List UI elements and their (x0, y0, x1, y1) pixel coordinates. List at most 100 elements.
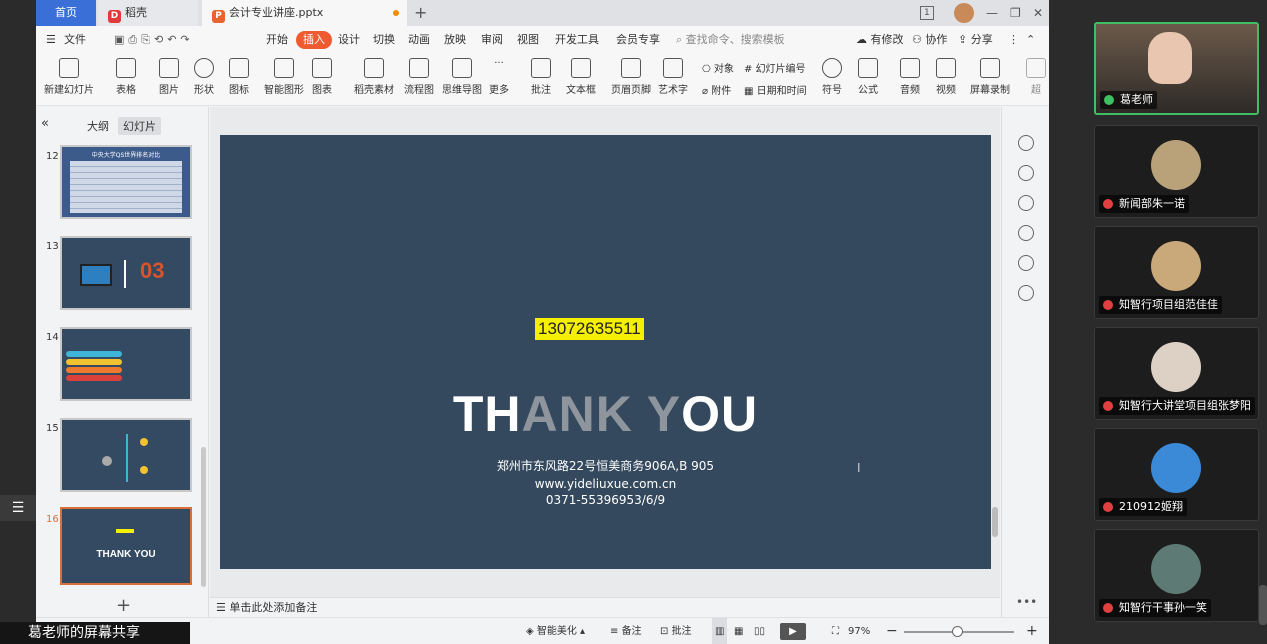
window-badge[interactable]: 1 (920, 6, 934, 20)
wordart-button[interactable]: 艺术字 (658, 58, 688, 96)
menu-insert[interactable]: 插入 (296, 31, 332, 49)
panel-scrollbar[interactable] (201, 447, 206, 587)
restore-icon[interactable]: ❐ (1010, 0, 1021, 26)
tab-daoke[interactable]: D 稻壳 (98, 0, 198, 26)
attachment-button[interactable]: ⌀ 附件 (702, 82, 731, 97)
thanks-part-c: OU (681, 386, 759, 442)
collab-button[interactable]: ⚇ 协作 (912, 26, 947, 54)
tab-home[interactable]: 首页 (36, 0, 96, 26)
current-slide[interactable]: 13072635511 THANK YOU 郑州市东风路22号恒美商务906A,… (220, 135, 991, 569)
smart-art-button[interactable]: 智能图形 (264, 58, 304, 96)
website-text[interactable]: www.yideliuxue.com.cn (220, 477, 991, 491)
menu-member[interactable]: 会员专享 (616, 26, 660, 54)
notes-toggle-button[interactable]: ≡ 备注 (610, 618, 642, 644)
participant-tile[interactable]: 新闻部朱一诺 (1094, 125, 1259, 218)
object-format-icon[interactable] (1018, 135, 1034, 151)
participant-tile[interactable]: 210912姬翔 (1094, 428, 1259, 521)
backup-icon[interactable] (1018, 285, 1034, 301)
list-toggle-icon[interactable]: ☰ (0, 495, 36, 521)
hamburger-icon[interactable]: ☰ (46, 26, 56, 54)
menu-review[interactable]: 审阅 (481, 26, 503, 54)
zoom-out-icon[interactable]: − (886, 618, 898, 644)
play-icon[interactable]: ▶ (780, 623, 806, 640)
normal-view-icon[interactable]: ▥ (712, 618, 728, 644)
menu-home[interactable]: 开始 (266, 26, 288, 54)
chart-button[interactable]: 图表 (312, 58, 332, 96)
more-tools-icon[interactable]: ••• (1016, 595, 1037, 609)
slide-thumb-15[interactable] (60, 418, 192, 492)
address-text[interactable]: 郑州市东风路22号恒美商务906A,B 905 (220, 457, 991, 474)
phone-highlight[interactable]: 13072635511 (535, 318, 644, 340)
more-button[interactable]: ··· 更多 (489, 58, 509, 96)
close-icon[interactable]: ✕ (1033, 0, 1043, 26)
collapse-ribbon-icon[interactable]: ⌃ (1026, 26, 1035, 54)
table-button[interactable]: 表格 (116, 58, 136, 96)
convert-icon[interactable] (1018, 225, 1034, 241)
share-button[interactable]: ⇪ 分享 (958, 26, 993, 54)
command-search[interactable]: ⌕ 查找命令、搜索模板 (676, 26, 785, 54)
slide-thumb-14[interactable] (60, 327, 192, 401)
participant-tile[interactable]: 知智行项目组范佳佳 (1094, 226, 1259, 319)
participant-tile[interactable]: 知智行干事孙一笑 (1094, 529, 1259, 622)
zoom-in-icon[interactable]: + (1026, 618, 1038, 644)
textbox-button[interactable]: 文本框 (566, 58, 596, 96)
video-button[interactable]: 视频 (936, 58, 956, 96)
participant-scrollbar[interactable] (1259, 585, 1267, 625)
comment-button[interactable]: 批注 (531, 58, 551, 96)
daoke-material-button[interactable]: 稻壳素材 (354, 58, 394, 96)
property-icon[interactable] (1018, 165, 1034, 181)
menu-transition[interactable]: 切换 (373, 26, 395, 54)
user-avatar[interactable] (954, 3, 974, 23)
menu-file[interactable]: 文件 (64, 26, 86, 54)
tab-outline[interactable]: 大纲 (82, 117, 114, 135)
header-footer-button[interactable]: 页眉页脚 (611, 58, 651, 96)
picture-button[interactable]: 图片 (159, 58, 179, 96)
hyperlink-button[interactable]: 超 (1026, 58, 1046, 96)
slide-thumb-12[interactable]: 中央大学QS世界排名对比 (60, 145, 192, 219)
participant-tile[interactable]: 葛老师 (1094, 22, 1259, 115)
audio-button[interactable]: 音频 (900, 58, 920, 96)
collapse-panel-icon[interactable]: « (41, 116, 49, 131)
comment-toggle-button[interactable]: ⊡ 批注 (660, 618, 692, 644)
tab-slides[interactable]: 幻灯片 (118, 117, 161, 135)
zoom-level[interactable]: 97% (848, 618, 870, 644)
participant-tile[interactable]: 知智行大讲堂项目组张梦阳 (1094, 327, 1259, 420)
flowchart-button[interactable]: 流程图 (404, 58, 434, 96)
tel-text[interactable]: 0371-55396953/6/9 (220, 493, 991, 507)
icon-button[interactable]: 图标 (229, 58, 249, 96)
slide-thumb-13[interactable]: 03 (60, 236, 192, 310)
fit-icon[interactable]: ⛶ (832, 618, 839, 644)
new-tab-plus-icon[interactable]: + (414, 0, 427, 26)
menu-animation[interactable]: 动画 (408, 26, 430, 54)
reading-view-icon[interactable]: ▯▯ (754, 618, 765, 644)
formula-button[interactable]: 公式 (858, 58, 878, 96)
zoom-slider-thumb[interactable] (952, 626, 963, 637)
datetime-button[interactable]: ▦ 日期和时间 (744, 82, 807, 97)
menu-slideshow[interactable]: 放映 (444, 26, 466, 54)
help-icon[interactable] (1018, 255, 1034, 271)
canvas-scrollbar[interactable] (992, 507, 998, 537)
shape-button[interactable]: 形状 (194, 58, 214, 96)
textbox-label: 文本框 (566, 85, 596, 96)
symbol-button[interactable]: 符号 (822, 58, 842, 96)
pin-icon[interactable] (1018, 195, 1034, 211)
grid-view-icon[interactable]: ▦ (734, 618, 743, 644)
slide-number-button[interactable]: # 幻灯片编号 (744, 60, 806, 75)
new-slide-button[interactable]: 新建幻灯片 (44, 58, 94, 96)
tab-file[interactable]: P 会计专业讲座.pptx (202, 0, 407, 26)
more-menu-icon[interactable]: ⋮ (1008, 26, 1019, 54)
minimize-icon[interactable]: — (986, 0, 998, 26)
screen-record-button[interactable]: 屏幕录制 (970, 58, 1010, 96)
menu-devtools[interactable]: 开发工具 (555, 26, 599, 54)
object-button[interactable]: ⎔ 对象 (702, 60, 734, 75)
smart-beautify-button[interactable]: ◈ 智能美化 ▴ (526, 618, 585, 644)
add-slide-icon[interactable]: + (116, 595, 131, 616)
menu-design[interactable]: 设计 (338, 26, 360, 54)
mindmap-button[interactable]: 思维导图 (442, 58, 482, 96)
quick-access-icons[interactable]: ▣⎙⎘⟲↶↷ (114, 26, 194, 54)
menu-view[interactable]: 视图 (517, 26, 539, 54)
notes-area[interactable]: ☰ 单击此处添加备注 (210, 597, 1000, 617)
slide-thumb-16[interactable]: THANK YOU (60, 507, 192, 585)
thank-you-title[interactable]: THANK YOU (220, 385, 991, 443)
revise-button[interactable]: ☁ 有修改 (856, 26, 904, 54)
